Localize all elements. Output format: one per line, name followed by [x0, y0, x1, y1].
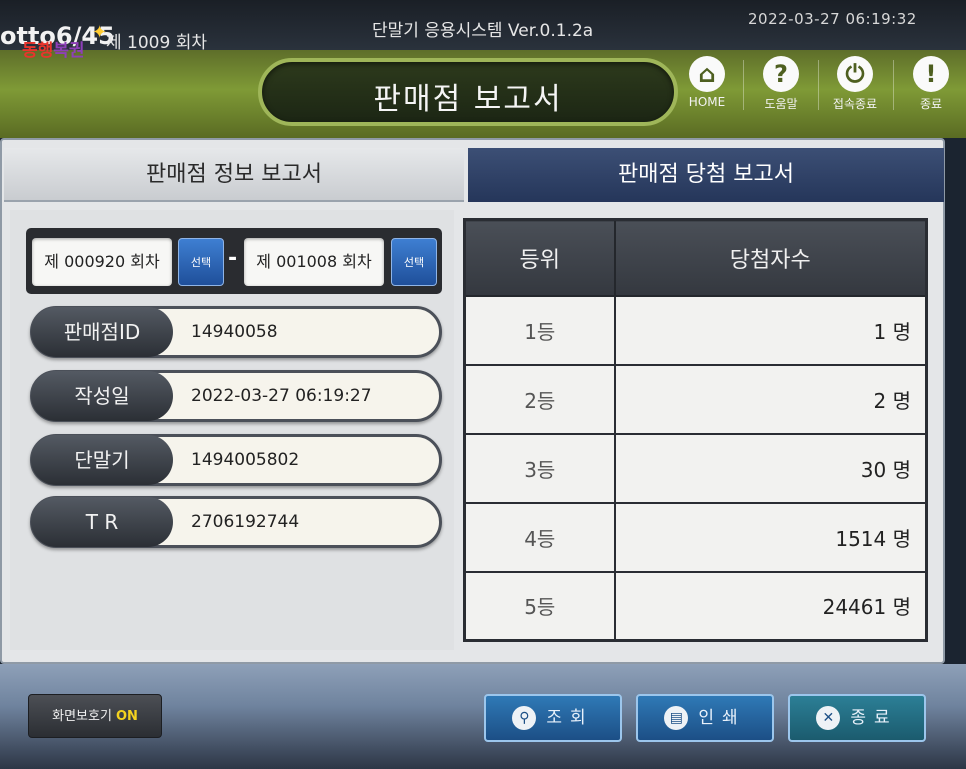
winners-column-header: 당첨자수 [613, 218, 928, 297]
nav-divider [818, 60, 819, 110]
query-label: 조회 [546, 708, 594, 728]
exit-label: 종료 [850, 708, 898, 728]
home-label: HOME [688, 95, 726, 109]
nav-divider [743, 60, 744, 110]
logo-text-1: 동행 [22, 41, 54, 61]
tab-store-winning-report[interactable]: 판매점 당첨 보고서 [468, 148, 944, 202]
round-to-field[interactable]: 제 001008 회차 [244, 238, 384, 286]
winners-count-cell: 2 명 [613, 363, 928, 435]
round-from-select-button[interactable]: 선택 [178, 238, 224, 286]
logo-text-2: 복권 [53, 41, 85, 61]
page-title: 판매점 보고서 [373, 82, 563, 117]
store-id-label: 판매점ID [31, 307, 173, 357]
created-date-label: 작성일 [31, 371, 173, 421]
created-date-row: 작성일 2022-03-27 06:19:27 [30, 370, 442, 422]
exit-icon: ! [913, 56, 949, 92]
query-button[interactable]: ⚲ 조회 [484, 694, 622, 742]
home-button[interactable]: ⌂ HOME [678, 52, 736, 114]
exit-app-button[interactable]: ! 종료 [902, 52, 960, 114]
help-label: 도움말 [764, 97, 798, 111]
table-row: 1등 1 명 [463, 294, 928, 366]
range-dash: - [228, 246, 238, 271]
table-row: 5등 24461 명 [463, 570, 928, 642]
screensaver-state: ON [115, 709, 138, 724]
logo: 동행복권 [22, 36, 85, 61]
terminal-label: 단말기 [31, 435, 173, 485]
tr-value: 2706192744 [191, 512, 300, 532]
table-row: 2등 2 명 [463, 363, 928, 435]
app-title: 단말기 응용시스템 Ver.0.1.2a [372, 21, 594, 41]
exit-app-label: 종료 [919, 97, 943, 111]
page-title-container: 판매점 보고서 [258, 58, 678, 126]
rank-cell: 3등 [463, 432, 616, 504]
round-from-field[interactable]: 제 000920 회차 [32, 238, 172, 286]
rank-cell: 2등 [463, 363, 616, 435]
screensaver-label: 화면보호기 [52, 709, 112, 724]
rank-cell: 4등 [463, 501, 616, 573]
table-row: 4등 1514 명 [463, 501, 928, 573]
round-to-select-button[interactable]: 선택 [391, 238, 437, 286]
table-row: 3등 30 명 [463, 432, 928, 504]
created-date-value: 2022-03-27 06:19:27 [191, 386, 372, 406]
top-status-bar: otto6/45 제 1009 회차 단말기 응용시스템 Ver.0.1.2a … [0, 0, 966, 53]
rank-cell: 1등 [463, 294, 616, 366]
tr-label: T R [31, 497, 173, 547]
store-id-value: 14940058 [191, 322, 278, 342]
store-id-row: 판매점ID 14940058 [30, 306, 442, 358]
winners-count-cell: 1 명 [613, 294, 928, 366]
datetime: 2022-03-27 06:19:32 [748, 10, 917, 28]
terminal-value: 1494005802 [191, 450, 300, 470]
print-button[interactable]: ▤ 인쇄 [636, 694, 774, 742]
rank-cell: 5등 [463, 570, 616, 642]
winners-count-cell: 24461 명 [613, 570, 928, 642]
winning-count-table: 등위 당첨자수 1등 1 명 2등 2 명 3등 30 명 4등 1514 명 … [463, 218, 928, 642]
home-icon: ⌂ [689, 56, 725, 92]
rank-column-header: 등위 [463, 218, 616, 297]
print-label: 인쇄 [698, 708, 746, 728]
terminal-row: 단말기 1494005802 [30, 434, 442, 486]
help-icon: ? [763, 56, 799, 92]
exit-button[interactable]: ✕ 종료 [788, 694, 926, 742]
disconnect-label: 접속종료 [832, 97, 878, 111]
close-icon: ✕ [816, 706, 841, 730]
tab-store-info-report[interactable]: 판매점 정보 보고서 [4, 148, 464, 202]
winners-count-cell: 1514 명 [613, 501, 928, 573]
tr-row: T R 2706192744 [30, 496, 442, 548]
power-icon: ⏻ [837, 56, 873, 92]
help-button[interactable]: ? 도움말 [752, 52, 810, 114]
search-icon: ⚲ [512, 706, 537, 730]
printer-icon: ▤ [664, 706, 689, 730]
table-header-row: 등위 당첨자수 [463, 218, 928, 297]
screensaver-toggle[interactable]: 화면보호기 ON [28, 694, 162, 738]
logo-star-icon: ✦ [92, 22, 108, 43]
winners-count-cell: 30 명 [613, 432, 928, 504]
disconnect-button[interactable]: ⏻ 접속종료 [826, 52, 884, 114]
nav-divider [893, 60, 894, 110]
